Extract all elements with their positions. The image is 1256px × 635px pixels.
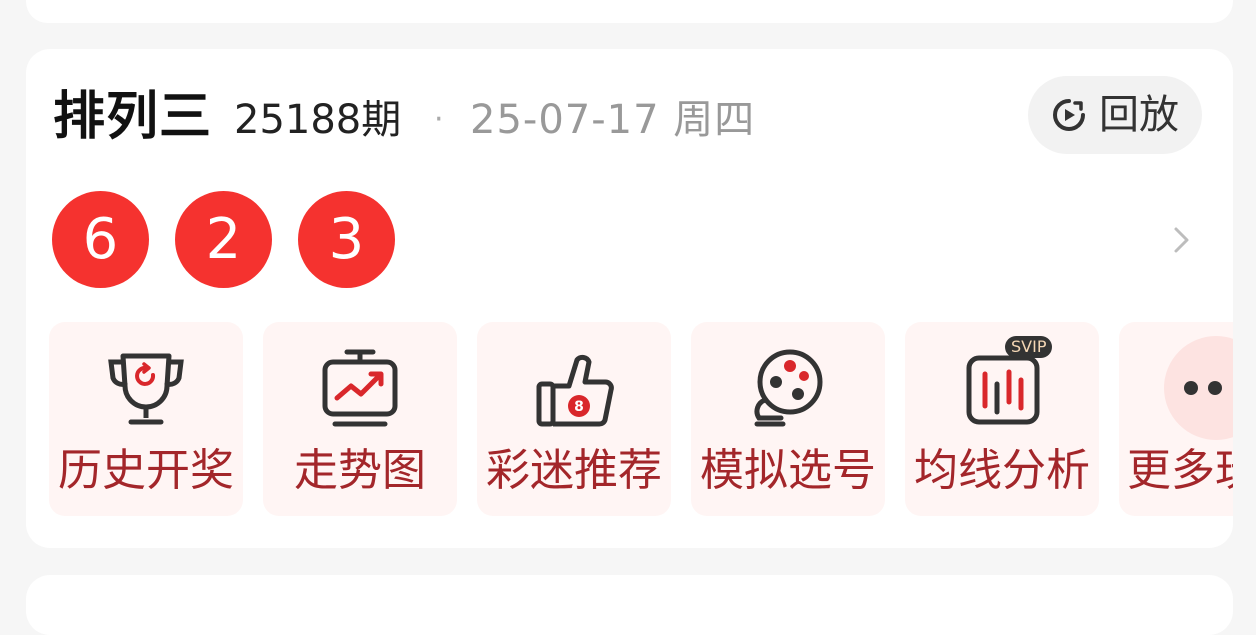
tool-tile-simulate[interactable]: 模拟选号 bbox=[691, 322, 885, 516]
next-card bbox=[26, 575, 1233, 635]
tool-tile-history[interactable]: 历史开奖 bbox=[49, 322, 243, 516]
tool-tile-ma-analysis[interactable]: SVIP 均线分析 bbox=[905, 322, 1099, 516]
svip-badge: SVIP bbox=[1005, 336, 1053, 358]
separator-dot: · bbox=[434, 102, 444, 137]
tool-label: 彩迷推荐 bbox=[486, 445, 662, 496]
lottery-name: 排列三 bbox=[53, 87, 213, 147]
draw-number-ball: 3 bbox=[298, 191, 395, 288]
tool-label: 均线分析 bbox=[914, 445, 1090, 496]
chevron-right-icon[interactable] bbox=[1166, 225, 1196, 255]
thumbs-up-icon-number: 8 bbox=[574, 399, 584, 415]
replay-icon bbox=[1051, 97, 1087, 133]
trend-chart-icon bbox=[315, 342, 405, 432]
thumbs-up-icon: 8 bbox=[529, 342, 619, 432]
more-dot bbox=[1184, 381, 1198, 395]
previous-card bbox=[26, 0, 1233, 23]
lottery-result-card: 排列三 25188期 · 25-07-17 周四 回放 6 2 3 历史开奖 走… bbox=[26, 49, 1233, 548]
issue-number: 25188期 bbox=[234, 97, 402, 143]
replay-button[interactable]: 回放 bbox=[1028, 76, 1202, 154]
trophy-cup-icon bbox=[101, 342, 191, 432]
more-dot bbox=[1208, 381, 1222, 395]
draw-number-ball: 6 bbox=[52, 191, 149, 288]
draw-date: 25-07-17 周四 bbox=[470, 97, 756, 143]
tool-tile-more[interactable]: 更多玩法 bbox=[1119, 322, 1233, 516]
lottery-ball-machine-icon bbox=[743, 342, 833, 432]
draw-number-ball: 2 bbox=[175, 191, 272, 288]
tool-label: 历史开奖 bbox=[58, 445, 234, 496]
more-icon bbox=[1164, 336, 1233, 440]
replay-label: 回放 bbox=[1099, 92, 1179, 138]
tool-label: 模拟选号 bbox=[700, 445, 876, 496]
tool-tile-trend[interactable]: 走势图 bbox=[263, 322, 457, 516]
tool-label: 更多玩法 bbox=[1127, 445, 1233, 496]
tool-label: 走势图 bbox=[294, 445, 426, 496]
tool-tile-recommend[interactable]: 8 彩迷推荐 bbox=[477, 322, 671, 516]
